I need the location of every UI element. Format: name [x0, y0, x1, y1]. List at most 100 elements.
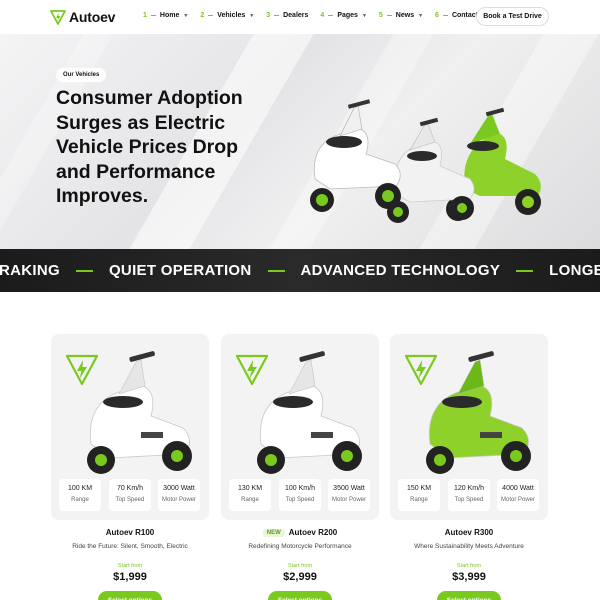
- nav-item-label: Dealers: [283, 12, 309, 19]
- nav-dash-divider: [274, 15, 280, 16]
- product-price: $2,999: [283, 571, 317, 583]
- spec-box: 3000 Watt Motor Power: [158, 479, 200, 511]
- new-badge: NEW: [262, 528, 285, 537]
- nav-item-number: 6: [435, 12, 439, 19]
- nav-item-label: Home: [159, 12, 180, 19]
- ticker-item: ADVANCED TECHNOLOGY: [300, 262, 501, 279]
- nav-dash-divider: [150, 15, 156, 16]
- product-card[interactable]: 100 KM Range 70 Km/h Top Speed 3000 Watt Moto…: [51, 334, 209, 520]
- price-start-label: Start from: [456, 563, 482, 569]
- nav-item-contact[interactable]: 6 Contact: [435, 12, 478, 19]
- product-price: $1,999: [113, 571, 147, 583]
- scooter-white-illustration: [387, 117, 475, 223]
- page: Autoev 1 Home ▼ 2 Vehicles ▼ 3 Dealers 4 Pages ▼ 5 N…: [0, 0, 600, 600]
- book-test-drive-button[interactable]: Book a Test Drive: [476, 7, 549, 26]
- nav-item-label: Contact: [451, 12, 479, 19]
- product-tagline: Where Sustainability Meets Adventure: [414, 543, 524, 550]
- spec-label: Range: [410, 497, 428, 503]
- spec-label: Top Speed: [285, 497, 315, 503]
- spec-value: 70 Km/h: [116, 485, 144, 492]
- chevron-down-icon: ▼: [361, 12, 367, 19]
- spec-box: 4000 Watt Motor Power: [497, 479, 539, 511]
- hero-section: Our Vehicles Consumer Adoption Surges as…: [0, 34, 600, 249]
- logo[interactable]: Autoev: [50, 9, 115, 25]
- scooter-image: [257, 351, 362, 474]
- spec-value: 100 KM: [67, 485, 93, 492]
- spec-label: Range: [241, 497, 259, 503]
- scooter-white-front-illustration: [310, 99, 401, 212]
- product-card[interactable]: 130 KM Range 100 Km/h Top Speed 3500 Watt Mot…: [221, 334, 379, 520]
- chevron-down-icon: ▼: [249, 12, 255, 19]
- select-options-button[interactable]: Select options: [98, 591, 162, 600]
- select-options-button[interactable]: Select options: [268, 591, 332, 600]
- scooter-image: [87, 351, 192, 474]
- spec-value: 3000 Watt: [163, 485, 195, 492]
- nav-item-label: Pages: [337, 12, 358, 19]
- spec-box: 100 KM Range: [59, 479, 101, 511]
- ticker-separator: [267, 269, 285, 272]
- nav-dash-divider: [442, 15, 448, 16]
- spec-label: Range: [71, 497, 89, 503]
- nav-item-label: News: [395, 12, 415, 19]
- product-tagline: Redefining Motorcycle Performance: [248, 543, 352, 550]
- nav-item-label: Vehicles: [217, 12, 246, 19]
- spec-value: 100 Km/h: [285, 485, 315, 492]
- price-start-label: Start from: [117, 563, 143, 569]
- hero-title: Consumer Adoption Surges as Electric Veh…: [56, 87, 243, 207]
- ticker-separator: [516, 269, 534, 272]
- hero-scooters-image: [310, 99, 541, 223]
- product-card[interactable]: 150 KM Range 120 Km/h Top Speed 4000 Watt Mot…: [390, 334, 548, 520]
- nav-item-number: 2: [200, 12, 205, 19]
- nav-item-dealers[interactable]: 3 Dealers: [266, 12, 308, 19]
- product-name[interactable]: NEW Autoev R200: [221, 528, 379, 537]
- nav-item-pages[interactable]: 4 Pages ▼: [320, 12, 366, 19]
- chevron-down-icon: ▼: [418, 12, 424, 19]
- spec-label: Top Speed: [454, 497, 484, 503]
- nav-item-vehicles[interactable]: 2 Vehicles ▼: [200, 12, 254, 19]
- nav-item-home[interactable]: 1 Home ▼: [143, 12, 188, 19]
- spec-value: 3500 Watt: [333, 485, 365, 492]
- site-header: Autoev 1 Home ▼ 2 Vehicles ▼ 3 Dealers 4 Pages ▼ 5 N…: [0, 0, 600, 34]
- nav-dash-divider: [328, 15, 334, 16]
- nav-dash-divider: [208, 15, 214, 16]
- product-name-text: Autoev R200: [288, 528, 338, 537]
- spec-box: 120 Km/h Top Speed: [448, 479, 490, 511]
- select-options-button[interactable]: Select options: [437, 591, 501, 600]
- spec-label: Motor Power: [331, 497, 366, 503]
- spec-label: Motor Power: [500, 497, 535, 503]
- spec-label: Motor Power: [161, 497, 196, 503]
- nav-item-number: 5: [378, 12, 383, 19]
- spec-value: 130 KM: [237, 485, 263, 492]
- spec-box: 3500 Watt Motor Power: [328, 479, 370, 511]
- ticker-item: RAKING: [0, 262, 60, 279]
- nav-item-number: 4: [320, 12, 325, 19]
- chevron-down-icon: ▼: [183, 12, 189, 19]
- spec-box: 150 KM Range: [398, 479, 440, 511]
- lightning-shield-icon: [50, 10, 66, 25]
- logo-text: Autoev: [69, 9, 116, 25]
- product-name-text: Autoev R100: [105, 528, 155, 537]
- nav-item-news[interactable]: 5 News ▼: [379, 12, 423, 19]
- ticker-item: LONGER R: [549, 262, 600, 279]
- scooter-image: [426, 351, 531, 474]
- product-name[interactable]: Autoev R100: [51, 528, 209, 537]
- product-tagline: Ride the Future: Silent, Smooth, Electri…: [72, 543, 188, 550]
- nav-dash-divider: [386, 15, 392, 16]
- ticker-track: RAKING QUIET OPERATION ADVANCED TECHNOLOGY…: [0, 262, 600, 279]
- spec-label: Top Speed: [115, 497, 145, 503]
- nav-item-number: 1: [143, 12, 147, 19]
- nav-item-number: 3: [266, 12, 271, 19]
- spec-box: 130 KM Range: [229, 479, 271, 511]
- spec-value: 150 KM: [406, 485, 432, 492]
- spec-box: 100 Km/h Top Speed: [279, 479, 321, 511]
- hero-badge: Our Vehicles: [56, 68, 107, 82]
- main-nav: 1 Home ▼ 2 Vehicles ▼ 3 Dealers 4 Pages ▼ 5 News ▼ 6 Co…: [143, 12, 478, 19]
- ticker-separator: [75, 269, 93, 272]
- product-name-text: Autoev R300: [444, 528, 494, 537]
- ticker-item: QUIET OPERATION: [108, 262, 252, 279]
- product-name[interactable]: Autoev R300: [390, 528, 548, 537]
- feature-ticker: RAKING QUIET OPERATION ADVANCED TECHNOLOGY…: [0, 249, 600, 292]
- spec-value: 120 Km/h: [454, 485, 484, 492]
- spec-value: 4000 Watt: [502, 485, 534, 492]
- product-price: $3,999: [452, 571, 486, 583]
